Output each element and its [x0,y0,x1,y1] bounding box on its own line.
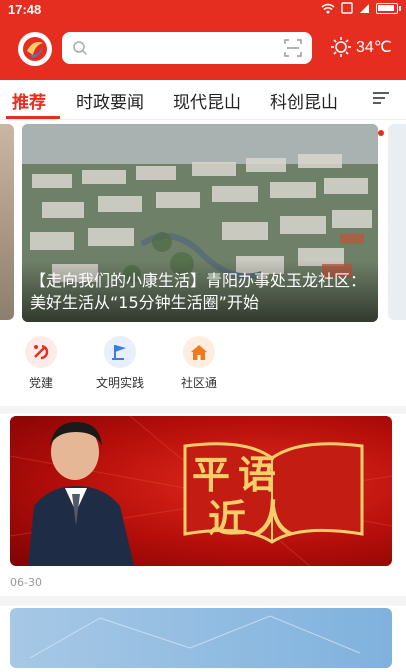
section-divider [0,406,406,414]
carousel-caption: 【走向我们的小康生活】青阳办事处玉龙社区：美好生活从“15分钟生活圈”开始 [22,260,378,322]
quick-link-civilization[interactable]: 文明实践 [85,336,155,391]
quick-links: 党建 文明实践 社区通 [0,336,406,394]
next-feed-card[interactable] [10,608,392,668]
wifi-icon [321,3,335,13]
banner-title-bottom: 近人 [208,496,301,541]
search-input[interactable] [94,38,274,58]
tab-politics[interactable]: 时政要闻 [76,88,144,113]
weather-widget[interactable]: 34℃ [330,36,392,58]
network-pattern-image [29,615,361,659]
channel-tabs: 推荐 时政要闻 现代昆山 科创昆山 [0,80,406,120]
flag-icon [104,336,136,368]
status-bar: 17:48 [0,0,406,20]
quick-link-label: 社区通 [180,376,217,390]
news-carousel[interactable]: 【走向我们的小康生活】青阳办事处玉龙社区：美好生活从“15分钟生活圈”开始 [0,122,406,327]
featured-banner[interactable]: 平语 近人 [10,416,392,566]
sun-icon [331,37,351,57]
scan-icon[interactable] [284,39,302,57]
screenshot-icon [341,2,353,14]
search-bar[interactable] [62,32,312,64]
status-time: 17:48 [8,2,42,17]
weather-temp: 34℃ [356,39,392,56]
quick-link-community[interactable]: 社区通 [164,336,234,391]
tab-modern-kunshan[interactable]: 现代昆山 [173,88,241,113]
quick-link-label: 党建 [28,376,53,390]
quick-link-party[interactable]: 党建 [6,336,76,391]
status-icons [321,2,401,14]
carousel-next-slide[interactable] [388,124,406,320]
search-icon [73,41,88,56]
channel-menu-icon[interactable] [372,90,390,106]
section-divider [0,596,406,606]
app-logo[interactable] [18,32,52,66]
feed-date: 06-30 [10,576,42,589]
signal-icon [360,3,369,13]
house-icon [183,336,215,368]
carousel-prev-slide[interactable] [0,124,14,320]
tab-recommend[interactable]: 推荐 [12,88,46,113]
logo-icon [23,37,47,61]
active-tab-indicator [6,116,60,119]
party-flag-icon [25,336,57,368]
carousel-indicator [378,130,384,136]
carousel-slide[interactable]: 【走向我们的小康生活】青阳办事处玉龙社区：美好生活从“15分钟生活圈”开始 [22,124,378,322]
battery-icon [376,2,401,14]
app-header: 17:48 34℃ [0,0,406,92]
tab-tech-kunshan[interactable]: 科创昆山 [270,88,338,113]
quick-link-label: 文明实践 [95,376,144,390]
